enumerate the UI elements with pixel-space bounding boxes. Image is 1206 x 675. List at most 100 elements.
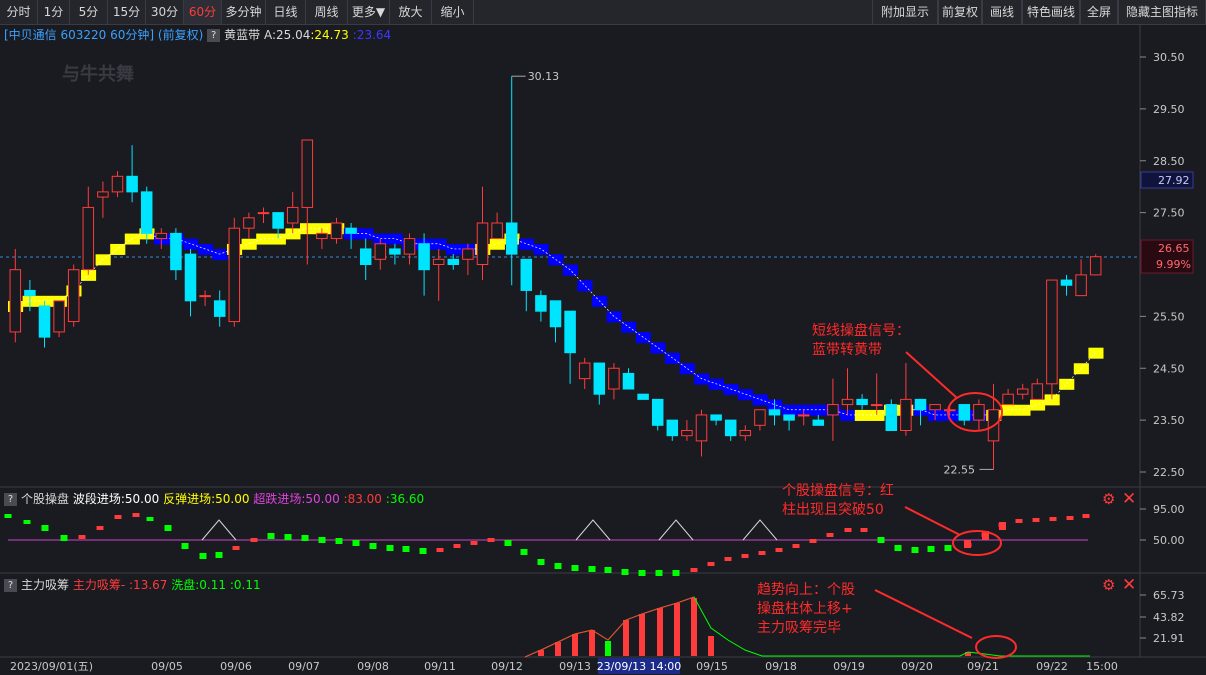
pane2-bar — [114, 515, 122, 519]
candle-body — [67, 269, 80, 323]
candle-body — [301, 139, 314, 208]
pane2-bar — [690, 568, 698, 572]
annotation-trend: 趋势向上：个股 操盘柱体上移+ 主力吸筹完毕 — [757, 581, 855, 638]
pane2-bar — [741, 554, 749, 558]
annotation-line: 个股操盘信号：红 — [782, 483, 894, 499]
annotation-arrow — [874, 589, 973, 639]
candle-body — [827, 404, 839, 416]
candle-body — [973, 404, 985, 421]
high-marker-label: 30.13 — [528, 70, 560, 83]
band-block — [489, 238, 505, 250]
band-block — [358, 228, 374, 240]
band-block — [1015, 404, 1031, 416]
pane2-bar — [402, 546, 410, 552]
annotation-circle — [975, 635, 1017, 659]
band-block — [387, 233, 403, 245]
pane3-red-bar — [708, 636, 714, 656]
pane2-tick-label: 50.00 — [1153, 534, 1185, 547]
pane2-bar — [672, 570, 680, 576]
pane2-bar — [844, 528, 852, 532]
pane2-bar — [638, 570, 646, 576]
pane2-bar — [453, 544, 461, 548]
watermark-logo: 与牛共舞 — [62, 63, 134, 85]
band-block — [183, 238, 199, 250]
candle-body — [505, 222, 518, 255]
candle-body — [637, 393, 649, 400]
candle-body — [870, 404, 883, 407]
x-axis-label: 09/07 — [288, 660, 320, 673]
candle-body — [1031, 383, 1044, 400]
candle-body — [666, 419, 679, 437]
candle-body — [272, 212, 284, 229]
pane2-triangle — [658, 519, 694, 541]
pane2-tick-label: 95.00 — [1153, 503, 1185, 516]
band-block — [562, 264, 578, 276]
pane3-green-bar — [605, 641, 611, 656]
pane2-bar — [352, 540, 360, 546]
pane2-bar — [927, 546, 935, 552]
pane3-tick-label: 43.82 — [1153, 611, 1185, 624]
annotation-arrow — [905, 351, 958, 399]
candle-body — [1016, 388, 1029, 395]
candle-body — [257, 212, 270, 215]
x-axis-label: 09/22 — [1036, 660, 1068, 673]
candle-body — [651, 398, 664, 426]
pane2-bar — [999, 522, 1006, 530]
band-block — [212, 249, 228, 261]
price-tick-label: 24.50 — [1153, 362, 1185, 375]
band-block — [781, 404, 797, 416]
kline-chart[interactable]: 与牛共舞 30.50 29.50 28.50 27.50 25.50 24.50 23.50 2… — [0, 0, 1206, 675]
candle-body — [126, 175, 138, 193]
annotation-line: 蓝带转黄带 — [812, 342, 882, 358]
pane2-triangle — [201, 519, 237, 541]
candle-body — [97, 191, 109, 198]
pane2-bar — [655, 570, 663, 576]
candle-body — [1089, 256, 1102, 276]
candle-body — [199, 295, 211, 298]
band-block — [694, 373, 710, 385]
pane3-red-bar — [674, 603, 680, 656]
candle-body — [958, 404, 971, 421]
pane2-bar — [758, 551, 766, 555]
candle-body — [681, 430, 693, 437]
price-box-red-label: 26.65 — [1158, 242, 1190, 255]
pane2-bar — [792, 544, 800, 548]
price-tick-label: 29.50 — [1153, 103, 1185, 116]
x-axis-label: 09/13 — [559, 660, 591, 673]
pane2-bar — [1032, 518, 1040, 522]
candle-body — [374, 243, 387, 260]
band-block — [577, 280, 593, 292]
band-block — [811, 404, 827, 416]
pane2-bar — [132, 513, 140, 517]
price-box-red-pct: 9.99% — [1156, 258, 1191, 271]
pane2-bar — [588, 566, 596, 572]
candle-body — [841, 398, 854, 406]
candle-body — [155, 232, 168, 240]
candle-body — [797, 414, 810, 417]
candle-body — [228, 227, 241, 323]
pane2-bar — [724, 557, 732, 561]
band-block — [752, 394, 768, 406]
x-axis-label: 09/20 — [901, 660, 933, 673]
pane2-bar — [487, 538, 495, 542]
candle-body — [330, 222, 343, 240]
pane3-red-bar — [657, 608, 663, 656]
candle-body — [1075, 274, 1087, 297]
candle-body — [608, 367, 620, 390]
annotation-arrow — [904, 506, 961, 536]
pane2-bar — [250, 538, 258, 542]
band-block — [1073, 363, 1089, 375]
candle-body — [345, 227, 357, 234]
candle-body — [593, 362, 606, 395]
band-block — [110, 243, 126, 255]
pane2-bar — [41, 525, 49, 531]
pane2-bar — [707, 562, 715, 566]
price-tick-label: 27.50 — [1153, 207, 1185, 220]
pane2-bar — [60, 535, 68, 541]
candle-body — [53, 300, 65, 333]
band-block — [446, 243, 462, 255]
x-axis-label: 2023/09/01(五) — [10, 660, 93, 673]
candle-body — [140, 191, 153, 234]
candle-body — [9, 269, 22, 333]
pane2-bar — [809, 539, 817, 543]
